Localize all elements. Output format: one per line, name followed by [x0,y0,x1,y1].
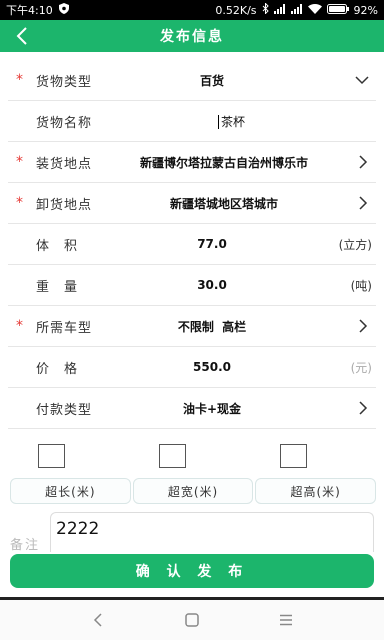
back-nav-icon[interactable] [86,608,110,632]
weight-row[interactable]: 重 量 30.0 (吨) [8,265,376,306]
load-place-value: 新疆博尔塔拉蒙古自治州博乐市 [139,155,308,170]
weight-label: 重 量 [36,279,79,295]
goods-type-row[interactable]: * 货物类型 百货 [8,60,376,101]
payment-row[interactable]: 付款类型 油卡+现金 [8,388,376,429]
page-title: 发布信息 [160,29,224,45]
publish-form: * 货物类型 百货 货物名称 茶杯 * 装货地点 新疆博尔塔拉蒙古自治州博乐市 … [0,60,384,429]
remark-label: 备注 [10,538,41,553]
oversize-checkboxes [0,440,384,476]
menu-nav-icon[interactable] [274,608,298,632]
battery-level: 92% [353,3,378,17]
over-wide-checkbox[interactable] [159,444,186,468]
submit-button[interactable]: 确 认 发 布 [10,554,374,588]
required-mark: * [16,154,23,170]
signal-icon [290,3,303,17]
required-mark: * [16,318,23,334]
oversize-labels: 超长(米) 超宽(米) 超高(米) [10,478,377,504]
required-mark: * [16,72,23,88]
wifi-icon [307,3,322,17]
payment-value: 油卡+现金 [182,401,242,416]
load-place-label: 装货地点 [36,156,93,172]
goods-type-value: 百货 [199,73,224,88]
home-nav-icon[interactable] [180,608,204,632]
chevron-down-icon[interactable] [354,72,370,88]
text-caret [218,115,219,129]
status-bar: 下午4:10 0.52K/s 92% [0,0,384,20]
price-label: 价 格 [36,361,79,377]
over-wide-label[interactable]: 超宽(米) [132,478,254,504]
payment-label: 付款类型 [36,402,93,418]
signal-icon [273,3,286,17]
volume-row[interactable]: 体 积 77.0 (立方) [8,224,376,265]
status-time: 下午4:10 [6,4,53,17]
required-mark: * [16,195,23,211]
goods-name-row: 货物名称 茶杯 [8,101,376,142]
title-bar: 发布信息 [0,20,384,52]
over-long-checkbox[interactable] [38,444,65,468]
chevron-left-icon[interactable] [10,24,34,48]
battery-icon [326,3,349,17]
over-high-label[interactable]: 超高(米) [255,478,377,504]
bluetooth-icon [262,2,269,17]
vehicle-value: 不限制 高栏 [177,319,247,334]
network-speed: 0.52K/s [215,3,257,17]
price-row[interactable]: 价 格 550.0 (元) [8,347,376,388]
chevron-right-icon[interactable] [356,154,370,170]
goods-type-label: 货物类型 [36,74,93,90]
over-high-checkbox[interactable] [280,444,307,468]
volume-value: 77.0 [197,237,227,251]
price-value: 550.0 [193,360,231,374]
weight-unit: (吨) [350,278,372,293]
chevron-right-icon[interactable] [356,318,370,334]
goods-name-value: 茶杯 [221,114,246,129]
chevron-right-icon[interactable] [356,400,370,416]
goods-name-input[interactable]: 茶杯 [218,113,336,130]
shield-icon [58,3,69,17]
volume-unit: (立方) [338,237,372,252]
unload-place-row[interactable]: * 卸货地点 新疆塔城地区塔城市 [8,183,376,224]
weight-value: 30.0 [197,278,227,292]
vehicle-row[interactable]: * 所需车型 不限制 高栏 [8,306,376,347]
vehicle-label: 所需车型 [36,320,93,336]
load-place-row[interactable]: * 装货地点 新疆博尔塔拉蒙古自治州博乐市 [8,142,376,183]
system-nav-bar [0,600,384,640]
unload-place-value: 新疆塔城地区塔城市 [169,196,278,211]
price-unit: (元) [350,360,372,375]
unload-place-label: 卸货地点 [36,197,93,213]
volume-label: 体 积 [36,238,79,254]
remark-input[interactable]: 2222 [50,512,374,552]
over-long-label[interactable]: 超长(米) [10,478,131,504]
chevron-right-icon[interactable] [356,195,370,211]
goods-name-label: 货物名称 [36,115,93,131]
